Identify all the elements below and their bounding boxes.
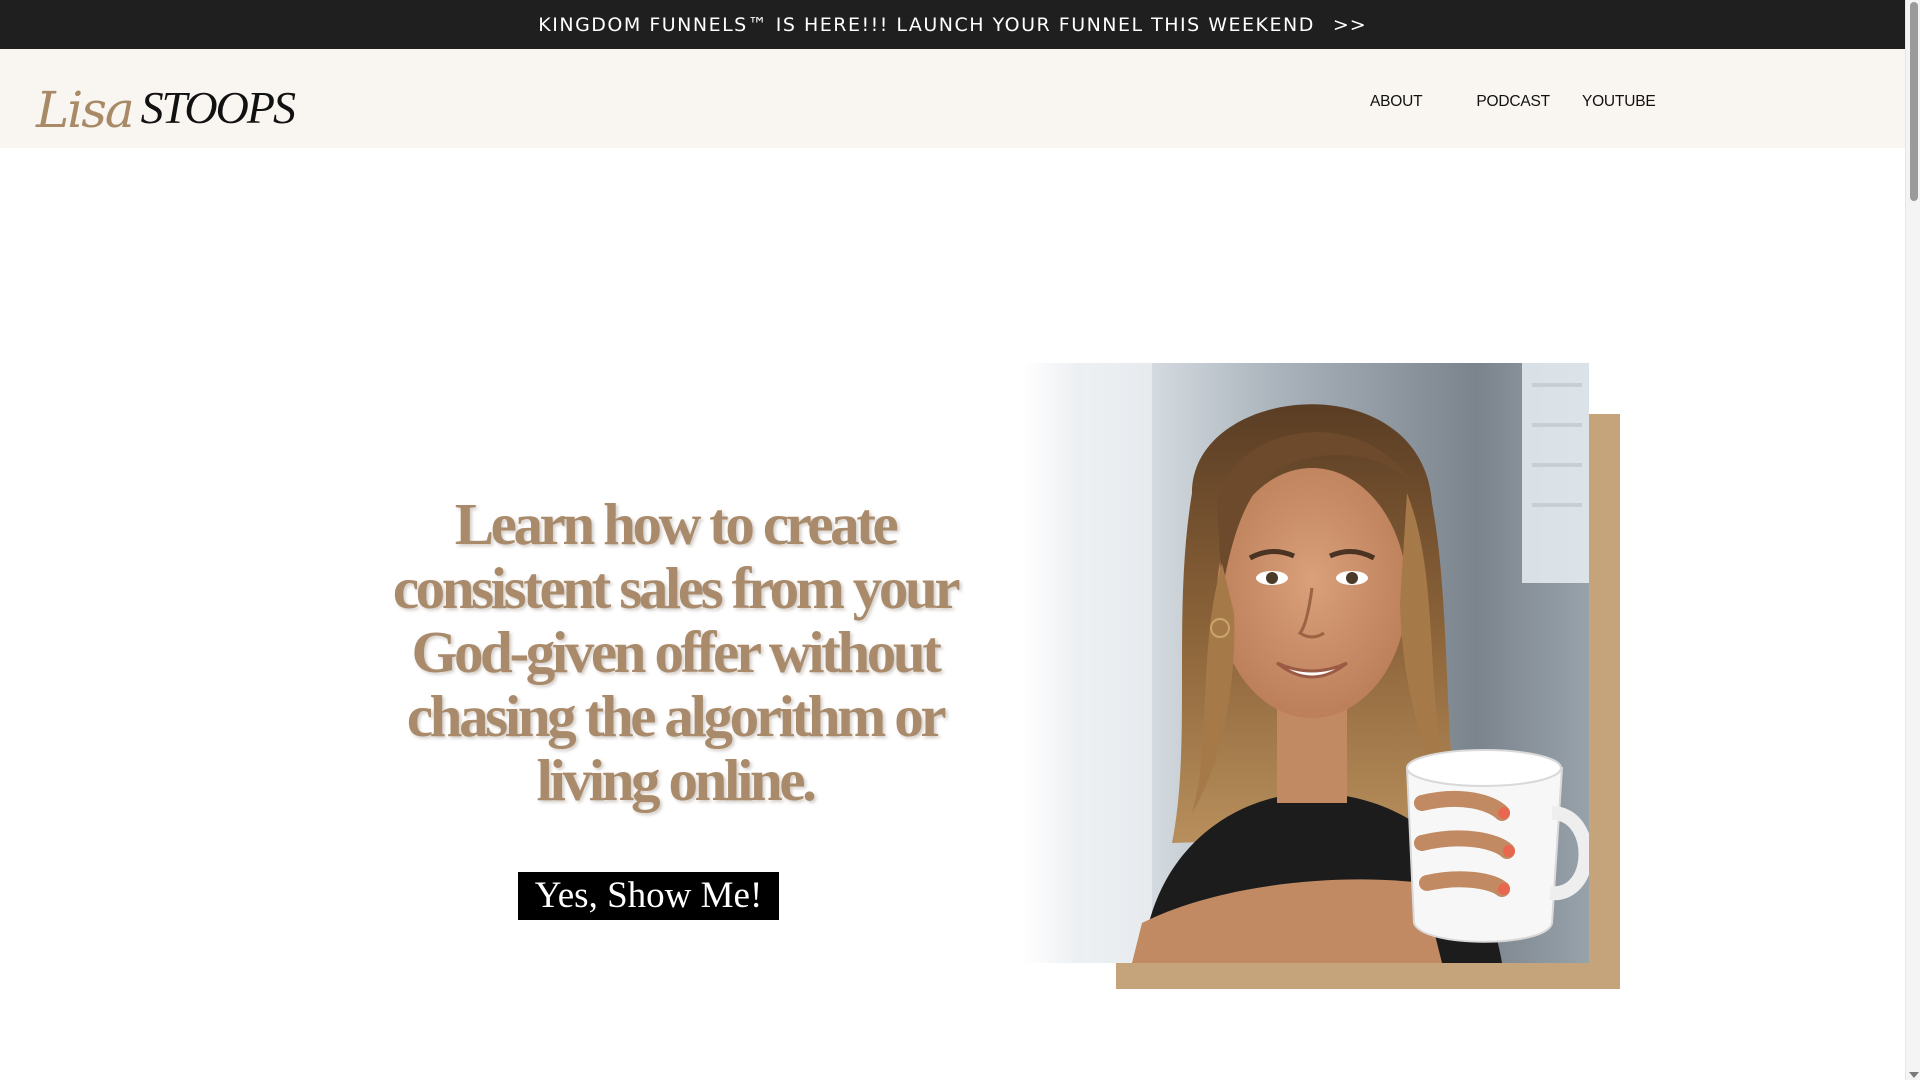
nav-youtube-link[interactable]: YOUTUBE [1582, 93, 1656, 111]
nav-about-link[interactable]: ABOUT [1370, 93, 1423, 111]
portrait-illustration [1022, 363, 1589, 963]
announcement-bar[interactable]: KINGDOM FUNNELS™ IS HERE!!! LAUNCH YOUR … [0, 0, 1905, 49]
scrollbar-thumb[interactable] [1910, 2, 1918, 201]
hero-portrait-photo [1022, 363, 1589, 963]
main-nav: ABOUT PODCAST YOUTUBE [1370, 91, 1656, 113]
logo-caps-text: STOOPS [140, 82, 296, 133]
nav-podcast-link[interactable]: PODCAST [1476, 93, 1550, 111]
announcement-arrow-icon[interactable]: >> [1333, 14, 1367, 36]
site-header: Lisa STOOPS ABOUT PODCAST YOUTUBE [0, 49, 1905, 148]
page-scrollbar[interactable] [1905, 0, 1920, 1080]
yes-show-me-button[interactable]: Yes, Show Me! [518, 872, 779, 920]
scroll-down-arrow-icon[interactable] [1909, 1072, 1919, 1078]
logo-script-text: Lisa [36, 81, 135, 139]
announcement-text[interactable]: KINGDOM FUNNELS™ IS HERE!!! LAUNCH YOUR … [538, 14, 1315, 36]
hero-headline: Learn how to create consistent sales fro… [392, 491, 961, 813]
site-logo[interactable]: Lisa STOOPS [36, 71, 296, 139]
